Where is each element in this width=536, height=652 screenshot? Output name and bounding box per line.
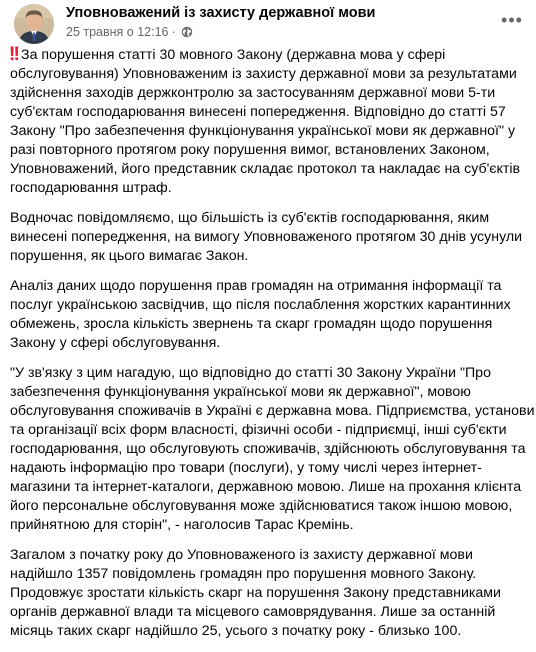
- text-line: разі повторного протягом року порушення …: [10, 142, 490, 158]
- avatar[interactable]: [14, 4, 54, 44]
- text-line: Продовжує зростати кількість скарг на по…: [10, 585, 501, 601]
- text-line: обслуговування) Уповноваженим із захисту…: [10, 66, 517, 82]
- avatar-portrait: [14, 4, 54, 44]
- text-line: Закону у сфері обслуговування.: [10, 335, 221, 351]
- text-line: його персональне обслуговування може зді…: [10, 498, 513, 514]
- post-timestamp[interactable]: 25 травня о 12:16: [66, 25, 169, 39]
- text-line: Водночас повідомляємо, що більшість із с…: [10, 210, 490, 226]
- text-line: обслуговування споживачів в Україні є де…: [10, 403, 535, 419]
- text-line: забезпечення функціонування української …: [10, 384, 471, 400]
- text-line: За порушення статті 30 мовного Закону (д…: [10, 46, 522, 65]
- text-line: та організації всіх форм власності, фізи…: [10, 422, 507, 438]
- text-line: Закону "Про забезпечення функціонування …: [10, 123, 516, 139]
- globe-icon[interactable]: [181, 26, 193, 38]
- paragraph-analysis: Аналіз даних щодо порушення прав громадя…: [10, 277, 522, 353]
- text-line: місяць таких скарг надійшло 25, усього з…: [10, 623, 462, 639]
- text-line: прийнятною для сторін", - наголосив Тара…: [10, 517, 354, 533]
- double-exclamation-icon: [10, 46, 19, 61]
- text-line: обмежень, зросла кількість звернень та с…: [10, 316, 493, 332]
- text-line: Загалом з початку року до Уповноваженого…: [10, 547, 473, 563]
- post-header: Уповноважений із захисту державної мови …: [14, 4, 526, 44]
- more-options-button[interactable]: •••: [498, 6, 526, 34]
- text-line: надійшло 1357 повідомлень громадян про п…: [10, 566, 477, 582]
- text-line: Аналіз даних щодо порушення прав громадя…: [10, 278, 502, 294]
- text-line: господарювання, що обслуговують споживач…: [10, 441, 526, 457]
- text-line: органів державної влади та місцевого сам…: [10, 604, 496, 620]
- text-line: "У зв'язку з цим нагадую, що відповідно …: [10, 365, 491, 381]
- meta-separator: ·: [171, 25, 176, 39]
- text-line: господарювання штраф.: [10, 180, 172, 196]
- text-line: винесені попередження, на вимогу Уповнов…: [10, 229, 523, 245]
- paragraph-quote: "У зв'язку з цим нагадую, що відповідно …: [10, 364, 535, 535]
- paragraph-violations: За порушення статті 30 мовного Закону (д…: [10, 46, 522, 198]
- paragraph-statistics: Загалом з початку року до Уповноваженого…: [10, 546, 522, 641]
- text-line: послуг українською засвідчив, що після п…: [10, 297, 511, 313]
- page-name-link[interactable]: Уповноважений із захисту державної мови: [66, 5, 375, 21]
- post-meta: 25 травня о 12:16 ·: [66, 25, 193, 39]
- text-line-content: За порушення статті 30 мовного Закону (д…: [21, 47, 446, 63]
- facebook-post: Уповноважений із захисту державної мови …: [0, 0, 536, 639]
- text-line: надають інформацію про товари (послуги),…: [10, 460, 482, 476]
- text-line: Уповноважений, його представник складає …: [10, 161, 521, 177]
- text-line: суб'єктам господарювання винесені попере…: [10, 104, 506, 120]
- more-dots-icon: •••: [501, 9, 523, 30]
- paragraph-warnings-fixed: Водночас повідомляємо, що більшість із с…: [10, 209, 522, 266]
- text-line: порушення, як цього вимагає Закон.: [10, 248, 249, 264]
- text-line: здійснення заходів держконтролю за засто…: [10, 85, 496, 101]
- text-line: магазини та інтернет-каталоги, державною…: [10, 479, 522, 495]
- post-body: За порушення статті 30 мовного Закону (д…: [10, 46, 535, 652]
